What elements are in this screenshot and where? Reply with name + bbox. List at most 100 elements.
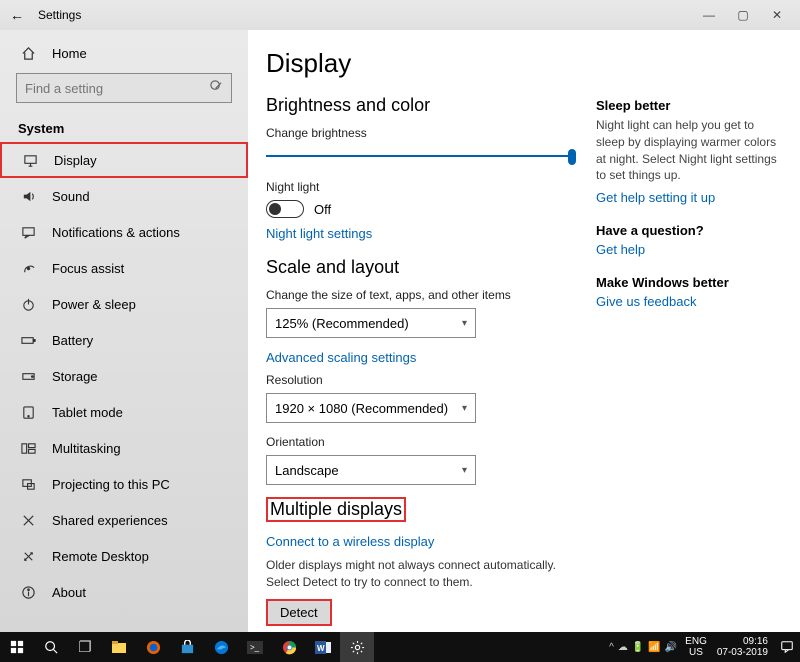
night-light-toggle[interactable] <box>266 200 304 218</box>
orientation-value: Landscape <box>275 463 339 478</box>
feedback-heading: Make Windows better <box>596 275 786 290</box>
storage-icon <box>18 369 38 384</box>
sidebar-item-remote-desktop[interactable]: Remote Desktop <box>0 538 248 574</box>
sidebar-item-tablet-mode[interactable]: Tablet mode <box>0 394 248 430</box>
sidebar-item-label: Notifications & actions <box>52 225 180 240</box>
sidebar-item-label: Power & sleep <box>52 297 136 312</box>
action-center-icon[interactable] <box>774 632 800 662</box>
tray-up-icon[interactable]: ^ <box>609 642 614 653</box>
sound-icon <box>18 189 38 204</box>
orientation-dropdown[interactable]: Landscape ▾ <box>266 455 476 485</box>
sidebar-item-notifications-actions[interactable]: Notifications & actions <box>0 214 248 250</box>
chevron-down-icon: ▾ <box>462 318 467 329</box>
remote-icon <box>18 549 38 564</box>
back-button[interactable]: ← <box>6 7 28 23</box>
resolution-dropdown[interactable]: 1920 × 1080 (Recommended) ▾ <box>266 393 476 423</box>
detect-button[interactable]: Detect <box>266 599 332 626</box>
advanced-scaling-link[interactable]: Advanced scaling settings <box>266 350 576 365</box>
orientation-label: Orientation <box>266 435 576 449</box>
sleep-better-link[interactable]: Get help setting it up <box>596 190 786 205</box>
brightness-slider-label: Change brightness <box>266 126 576 140</box>
sidebar-item-shared-experiences[interactable]: Shared experiences <box>0 502 248 538</box>
svg-text:>_: >_ <box>250 643 260 652</box>
night-light-state: Off <box>314 202 331 217</box>
start-button[interactable] <box>0 632 34 662</box>
chevron-down-icon: ▾ <box>462 403 467 414</box>
terminal-icon[interactable]: >_ <box>238 632 272 662</box>
firefox-icon[interactable] <box>136 632 170 662</box>
night-light-label: Night light <box>266 180 576 194</box>
file-explorer-icon[interactable] <box>102 632 136 662</box>
svg-text:W: W <box>317 644 325 653</box>
multitask-icon <box>18 441 38 456</box>
taskbar: ❐ >_ W ^ ☁ 🔋 📶 🔊 ENGUS 09:1607-03-2019 <box>0 632 800 662</box>
edge-icon[interactable] <box>204 632 238 662</box>
taskbar-clock[interactable]: 09:1607-03-2019 <box>711 636 774 658</box>
settings-taskbar-icon[interactable] <box>340 632 374 662</box>
search-input[interactable] <box>16 73 232 103</box>
word-icon[interactable]: W <box>306 632 340 662</box>
brightness-heading: Brightness and color <box>266 95 576 116</box>
sidebar-item-about[interactable]: About <box>0 574 248 610</box>
sidebar-item-label: About <box>52 585 86 600</box>
size-label: Change the size of text, apps, and other… <box>266 288 576 302</box>
window-title: Settings <box>38 8 81 22</box>
close-button[interactable]: ✕ <box>760 8 794 22</box>
sidebar-item-focus-assist[interactable]: Focus assist <box>0 250 248 286</box>
sidebar-item-storage[interactable]: Storage <box>0 358 248 394</box>
night-light-settings-link[interactable]: Night light settings <box>266 226 576 241</box>
display-icon <box>20 153 40 168</box>
sidebar-item-battery[interactable]: Battery <box>0 322 248 358</box>
get-help-link[interactable]: Get help <box>596 242 786 257</box>
battery-icon <box>18 333 38 348</box>
scale-value: 125% (Recommended) <box>275 316 409 331</box>
store-icon[interactable] <box>170 632 204 662</box>
sidebar-item-label: Sound <box>52 189 90 204</box>
detect-hint: Older displays might not always connect … <box>266 557 576 591</box>
sidebar-item-display[interactable]: Display <box>0 142 248 178</box>
sidebar-item-label: Multitasking <box>52 441 121 456</box>
focus-icon <box>18 261 38 276</box>
cloud-icon[interactable]: ☁ <box>618 642 628 653</box>
resolution-label: Resolution <box>266 373 576 387</box>
volume-icon[interactable]: 🔊 <box>665 642 677 653</box>
taskbar-search-icon[interactable] <box>34 632 68 662</box>
sidebar-item-power-sleep[interactable]: Power & sleep <box>0 286 248 322</box>
wireless-display-link[interactable]: Connect to a wireless display <box>266 534 576 549</box>
home-icon <box>18 46 38 61</box>
language-indicator[interactable]: ENGUS <box>681 636 711 658</box>
sidebar-item-label: Display <box>54 153 97 168</box>
sidebar-home[interactable]: Home <box>0 40 248 67</box>
maximize-button[interactable]: ▢ <box>726 8 760 22</box>
sidebar-item-label: Focus assist <box>52 261 124 276</box>
sidebar-item-multitasking[interactable]: Multitasking <box>0 430 248 466</box>
feedback-link[interactable]: Give us feedback <box>596 294 786 309</box>
sidebar-item-label: Battery <box>52 333 93 348</box>
chevron-down-icon: ▾ <box>462 465 467 476</box>
project-icon <box>18 477 38 492</box>
brightness-slider[interactable] <box>266 146 576 166</box>
chrome-icon[interactable] <box>272 632 306 662</box>
multiple-displays-heading: Multiple displays <box>266 497 406 522</box>
question-heading: Have a question? <box>596 223 786 238</box>
sidebar-section-heading: System <box>0 113 248 142</box>
sidebar-home-label: Home <box>52 46 87 61</box>
sidebar-item-label: Remote Desktop <box>52 549 149 564</box>
task-view-icon[interactable]: ❐ <box>68 632 102 662</box>
sidebar: Home System Display Sound Notifications & … <box>0 30 248 632</box>
sleep-better-heading: Sleep better <box>596 98 786 113</box>
sidebar-item-label: Storage <box>52 369 98 384</box>
network-icon[interactable]: 📶 <box>648 642 660 653</box>
sidebar-item-sound[interactable]: Sound <box>0 178 248 214</box>
scale-dropdown[interactable]: 125% (Recommended) ▾ <box>266 308 476 338</box>
minimize-button[interactable]: — <box>692 8 726 22</box>
sidebar-item-label: Shared experiences <box>52 513 168 528</box>
tray-icons[interactable]: ^ ☁ 🔋 📶 🔊 <box>605 642 681 653</box>
shared-icon <box>18 513 38 528</box>
search-icon <box>209 79 224 97</box>
about-icon <box>18 585 38 600</box>
sidebar-item-label: Tablet mode <box>52 405 123 420</box>
notifications-icon <box>18 225 38 240</box>
battery-icon[interactable]: 🔋 <box>632 642 644 653</box>
sidebar-item-projecting-to-this-pc[interactable]: Projecting to this PC <box>0 466 248 502</box>
